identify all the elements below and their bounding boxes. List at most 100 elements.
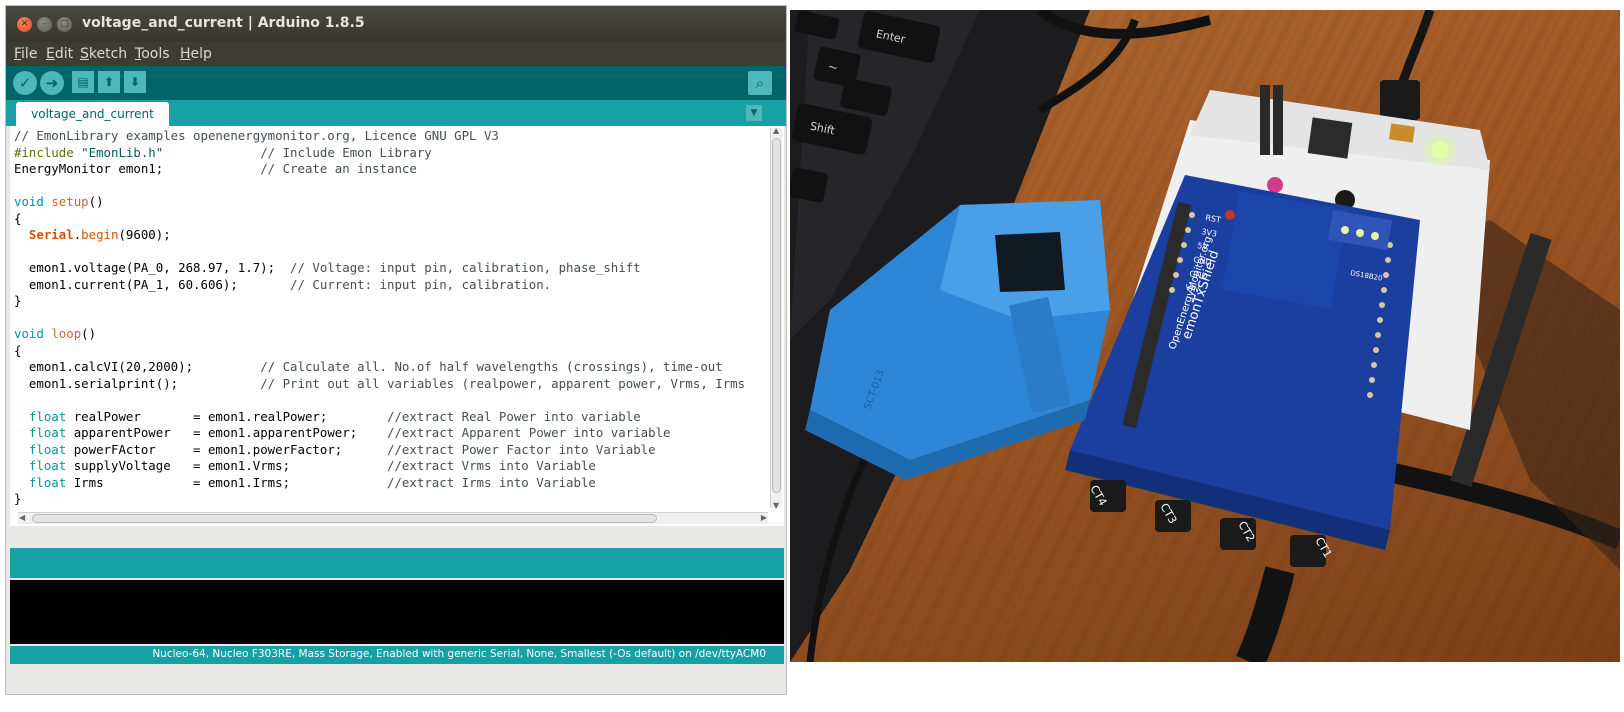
code-token: // Calculate all. No.of half wavelengths… <box>260 359 723 374</box>
usb-plug <box>1380 80 1420 120</box>
scroll-down-arrow-icon[interactable]: ▼ <box>773 501 779 510</box>
code-token: Irms = emon1.Irms; <box>66 474 388 490</box>
scroll-up-arrow-icon[interactable]: ▲ <box>773 126 779 135</box>
code-line[interactable]: emon1.voltage(PA_0, 268.97, 1.7); // Vol… <box>14 260 764 277</box>
code-line[interactable]: emon1.calcVI(20,2000); // Calculate all.… <box>14 359 764 376</box>
close-window-button[interactable]: ✕ <box>17 17 32 32</box>
code-line[interactable]: emon1.serialprint(); // Print out all va… <box>14 376 764 393</box>
code-token: setup <box>51 194 89 209</box>
ct-sensor-hole <box>995 232 1065 292</box>
console-output[interactable] <box>10 578 784 644</box>
ct-plug-cable-2 <box>1236 566 1295 662</box>
code-line[interactable]: } <box>14 491 764 508</box>
code-token: float <box>28 458 67 473</box>
code-token: supplyVoltage = emon1.Vrms; <box>66 458 388 473</box>
code-token: // Include Emon Library <box>260 144 432 160</box>
new-file-icon: ▤ <box>77 75 89 89</box>
code-token: { <box>14 342 22 358</box>
code-line[interactable] <box>14 244 764 261</box>
new-sketch-button[interactable]: ▤ <box>72 71 94 93</box>
horizontal-scrollbar[interactable]: ◀ ▶ <box>18 512 768 524</box>
code-line[interactable]: } <box>14 293 764 310</box>
code-token: } <box>14 293 22 308</box>
code-token: // Voltage: input pin, calibration, phas… <box>290 260 641 275</box>
code-line[interactable]: Serial.begin(9600); <box>14 227 764 244</box>
code-token: emon1.serialprint(); <box>14 375 261 391</box>
arduino-window: ✕ – □ voltage_and_current | Arduino 1.8.… <box>6 6 786 694</box>
code-token: EnergyMonitor emon1; <box>14 161 261 176</box>
code-line[interactable]: float realPower = emon1.realPower; //ext… <box>14 409 764 426</box>
magnifier-icon: ⌕ <box>755 74 765 92</box>
code-line[interactable]: #include "EmonLib.h" // Include Emon Lib… <box>14 145 764 162</box>
code-line[interactable] <box>14 310 764 327</box>
scroll-left-arrow-icon[interactable]: ◀ <box>19 513 25 522</box>
code-line[interactable]: void loop() <box>14 326 764 343</box>
hardware-photo: Enter ~ Shift RST 3V3 5V GND GND VIN emo… <box>790 10 1620 662</box>
vertical-scroll-thumb[interactable] <box>772 138 781 493</box>
menu-tools[interactable]: Tools <box>135 46 170 62</box>
horizontal-scroll-thumb[interactable] <box>32 514 657 523</box>
code-line[interactable] <box>14 392 764 409</box>
code-editor[interactable]: // EmonLibrary examples openenergymonito… <box>10 126 784 526</box>
code-token: void <box>14 194 44 209</box>
upload-button[interactable]: ➜ <box>40 71 64 95</box>
minimize-window-button[interactable]: – <box>37 17 52 32</box>
menu-file[interactable]: File <box>14 46 37 62</box>
panel-splitter[interactable] <box>10 526 784 548</box>
code-token: //extract Real Power into variable <box>387 408 641 424</box>
code-line[interactable]: float Irms = emon1.Irms; //extract Irms … <box>14 475 764 492</box>
code-token: //extract Power Factor into Variable <box>387 441 656 457</box>
code-token: () <box>88 194 104 209</box>
maximize-window-button[interactable]: □ <box>57 17 72 32</box>
verify-button[interactable]: ✓ <box>13 71 37 95</box>
code-token: () <box>81 326 97 341</box>
check-icon: ✓ <box>18 74 32 92</box>
menu-help[interactable]: Help <box>180 46 212 62</box>
title-bar: ✕ – □ voltage_and_current | Arduino 1.8.… <box>6 6 786 42</box>
scroll-right-arrow-icon[interactable]: ▶ <box>761 513 767 522</box>
code-line[interactable]: EnergyMonitor emon1; // Create an instan… <box>14 161 764 178</box>
save-sketch-button[interactable]: ⬇ <box>124 71 146 93</box>
code-token: } <box>14 491 22 506</box>
tab-voltage-and-current[interactable]: voltage_and_current <box>16 102 169 126</box>
code-token: //extract Apparent Power into variable <box>387 425 671 440</box>
save-down-icon: ⬇ <box>129 75 141 89</box>
tab-menu-button[interactable]: ▼ <box>746 105 762 121</box>
message-area <box>10 548 784 578</box>
code-token: float <box>28 441 67 457</box>
code-token: //extract Vrms into Variable <box>387 458 596 473</box>
code-token: emon1.current(PA_1, 60.606); <box>14 276 291 292</box>
code-token: { <box>14 210 22 226</box>
code-line[interactable]: emon1.current(PA_1, 60.606); // Current:… <box>14 277 764 294</box>
code-line[interactable]: { <box>14 211 764 228</box>
code-line[interactable]: // EmonLibrary examples openenergymonito… <box>14 128 764 145</box>
menu-sketch[interactable]: Sketch <box>80 46 127 62</box>
code-token: powerFActor = emon1.powerFactor; <box>66 441 388 457</box>
code-token: float <box>28 408 67 424</box>
open-sketch-button[interactable]: ⬆ <box>98 71 120 93</box>
code-token: "EmonLib.h" <box>81 144 164 160</box>
code-line[interactable] <box>14 178 764 195</box>
code-line[interactable]: void setup() <box>14 194 764 211</box>
code-line[interactable]: float supplyVoltage = emon1.Vrms; //extr… <box>14 458 764 475</box>
menu-edit[interactable]: Edit <box>46 46 73 62</box>
serial-monitor-button[interactable]: ⌕ <box>748 71 772 95</box>
code-token: emon1.calcVI(20,2000); <box>14 359 261 374</box>
code-area[interactable]: // EmonLibrary examples openenergymonito… <box>14 128 764 508</box>
code-token: void <box>14 326 44 341</box>
code-token: #include <box>14 144 82 160</box>
close-icon: ✕ <box>20 19 29 29</box>
code-line[interactable]: { <box>14 343 764 360</box>
code-line[interactable]: float apparentPower = emon1.apparentPowe… <box>14 425 764 442</box>
vertical-scrollbar[interactable]: ▲ ▼ <box>770 126 782 510</box>
code-line[interactable]: float powerFActor = emon1.powerFactor; /… <box>14 442 764 459</box>
hardware-photo-illustration: Enter ~ Shift RST 3V3 5V GND GND VIN emo… <box>790 10 1620 662</box>
code-token: Serial <box>28 227 74 242</box>
